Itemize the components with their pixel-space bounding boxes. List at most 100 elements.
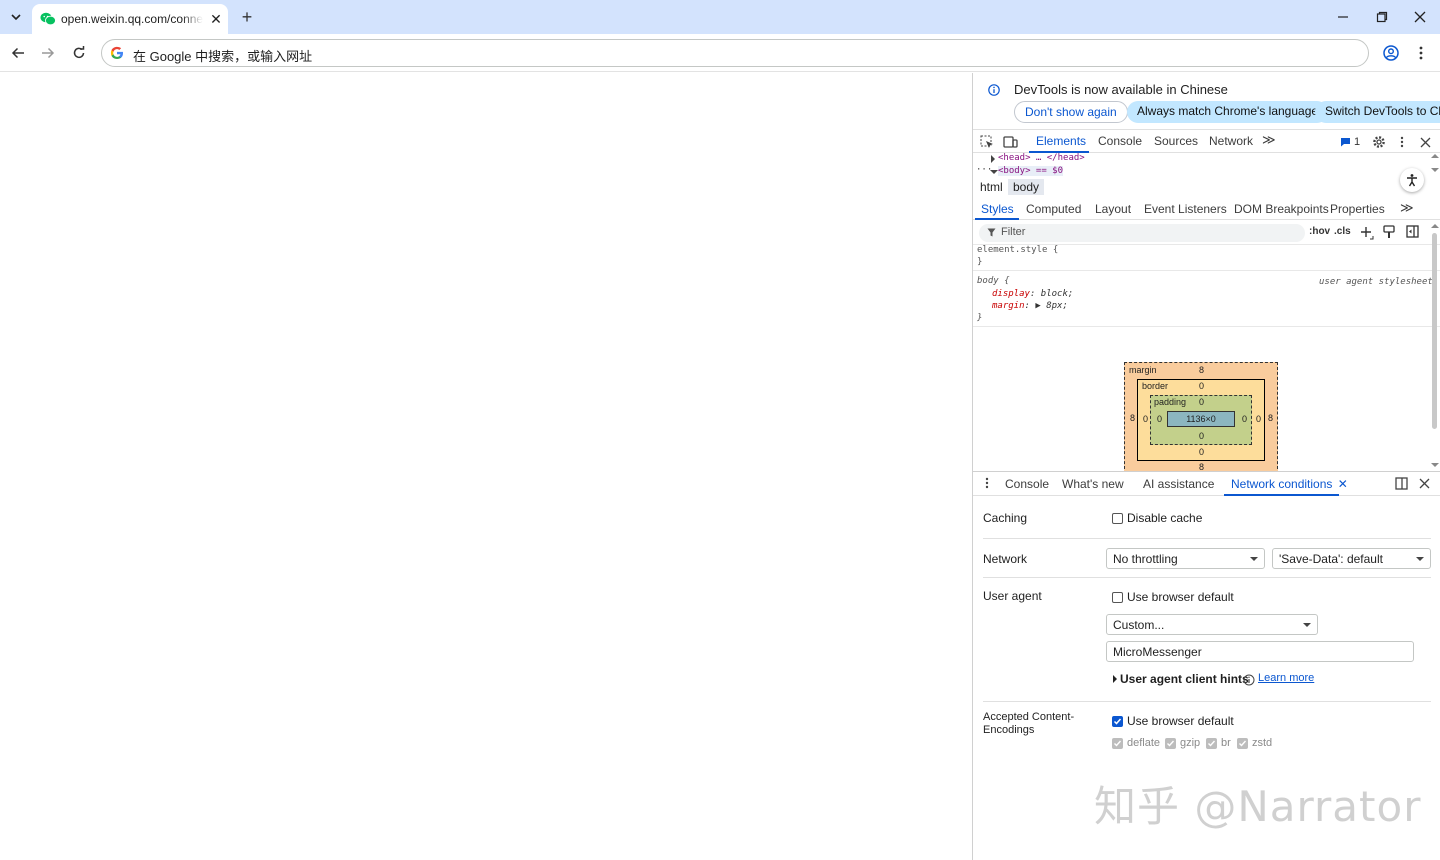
minimize-button[interactable] bbox=[1323, 0, 1363, 34]
styles-scroll-down-icon[interactable] bbox=[1431, 462, 1439, 470]
zstd-checkbox bbox=[1237, 738, 1248, 749]
border-label: border bbox=[1142, 381, 1169, 391]
tab-properties[interactable]: Properties bbox=[1330, 202, 1385, 216]
more-styles-tabs-icon[interactable]: ≫ bbox=[1400, 200, 1414, 216]
tab-event-listeners[interactable]: Event Listeners bbox=[1144, 202, 1227, 216]
new-style-rule-icon[interactable] bbox=[1360, 226, 1374, 240]
more-tabs-icon[interactable]: ≫ bbox=[1262, 132, 1276, 148]
body-rule-selector[interactable]: body { bbox=[977, 276, 1010, 286]
drawer-tab-network-conditions[interactable]: Network conditions ✕ bbox=[1231, 477, 1348, 491]
throttling-select[interactable]: No throttling bbox=[1106, 548, 1265, 569]
always-match-language-button[interactable]: Always match Chrome's language bbox=[1127, 101, 1329, 123]
border-top-value[interactable]: 0 bbox=[1199, 381, 1204, 391]
margin-top-value[interactable]: 8 bbox=[1199, 365, 1204, 375]
breadcrumb-body[interactable]: body bbox=[1008, 179, 1045, 195]
tab-console[interactable]: Console bbox=[1098, 134, 1142, 148]
switch-language-button[interactable]: Switch DevTools to Chin bbox=[1315, 101, 1440, 123]
styles-scroll-up-icon[interactable] bbox=[1431, 223, 1439, 231]
tab-computed[interactable]: Computed bbox=[1026, 202, 1081, 216]
reload-button[interactable] bbox=[67, 41, 91, 65]
devtools-menu-icon[interactable] bbox=[1393, 133, 1411, 151]
padding-bottom-value[interactable]: 0 bbox=[1199, 431, 1204, 441]
tab-sources[interactable]: Sources bbox=[1154, 134, 1198, 148]
drawer-tab-ai-assistance[interactable]: AI assistance bbox=[1143, 477, 1214, 491]
border-bottom-value[interactable]: 0 bbox=[1199, 447, 1204, 457]
collapse-body-icon[interactable] bbox=[990, 169, 998, 175]
padding-right-value[interactable]: 0 bbox=[1242, 414, 1247, 424]
issues-counter[interactable]: 1 bbox=[1336, 133, 1364, 151]
drawer-tab-whats-new[interactable]: What's new bbox=[1062, 477, 1124, 491]
border-right-value[interactable]: 0 bbox=[1256, 414, 1261, 424]
disable-cache-checkbox[interactable] bbox=[1112, 513, 1123, 524]
ua-browser-default-checkbox[interactable] bbox=[1112, 592, 1123, 603]
google-icon bbox=[110, 46, 124, 60]
caching-label: Caching bbox=[983, 511, 1028, 525]
disable-cache-label[interactable]: Disable cache bbox=[1127, 511, 1202, 525]
tab-close-icon[interactable]: ✕ bbox=[208, 11, 224, 27]
expand-client-hints-icon[interactable] bbox=[1112, 675, 1118, 683]
close-network-conditions-icon[interactable]: ✕ bbox=[1338, 477, 1348, 491]
tab-styles[interactable]: Styles bbox=[981, 202, 1014, 216]
omnibox-placeholder: 在 Google 中搜索，或输入网址 bbox=[133, 49, 313, 64]
box-model-content[interactable]: 1136×0 bbox=[1167, 411, 1235, 427]
drawer-tab-console[interactable]: Console bbox=[1005, 477, 1049, 491]
accessibility-icon[interactable] bbox=[1400, 168, 1424, 192]
new-tab-button[interactable]: + bbox=[236, 6, 258, 28]
close-drawer-icon[interactable] bbox=[1419, 478, 1430, 489]
display-declaration[interactable]: display: block; bbox=[992, 289, 1073, 299]
styles-scrollbar[interactable] bbox=[1432, 233, 1437, 429]
tab-dom-breakpoints[interactable]: DOM Breakpoints bbox=[1234, 202, 1329, 216]
dom-body-node[interactable]: <body> == $0 bbox=[998, 166, 1064, 176]
throttling-value: No throttling bbox=[1113, 552, 1178, 566]
scroll-up-icon[interactable] bbox=[1431, 153, 1439, 159]
tab-strip: open.weixin.qq.com/connect ✕ + bbox=[0, 0, 1440, 34]
device-toolbar-icon[interactable] bbox=[1001, 133, 1019, 151]
br-label: br bbox=[1221, 737, 1231, 749]
styles-filter-input[interactable]: Filter bbox=[979, 224, 1305, 242]
close-window-button[interactable] bbox=[1400, 0, 1440, 34]
dom-head-node[interactable]: <head> … </head> bbox=[998, 153, 1085, 163]
border-left-value[interactable]: 0 bbox=[1143, 414, 1148, 424]
paint-brush-icon[interactable] bbox=[1383, 225, 1395, 239]
settings-gear-icon[interactable] bbox=[1370, 133, 1388, 151]
browser-tab[interactable]: open.weixin.qq.com/connect ✕ bbox=[32, 4, 228, 34]
section-divider bbox=[983, 538, 1431, 539]
padding-top-value[interactable]: 0 bbox=[1199, 397, 1204, 407]
inspect-element-icon[interactable] bbox=[978, 133, 996, 151]
user-agent-input[interactable]: MicroMessenger bbox=[1106, 641, 1414, 662]
user-agent-select[interactable]: Custom... bbox=[1106, 614, 1318, 635]
close-devtools-icon[interactable] bbox=[1416, 133, 1434, 151]
tab-elements[interactable]: Elements bbox=[1036, 134, 1086, 148]
element-style-selector[interactable]: element.style { bbox=[977, 245, 1058, 255]
dock-drawer-icon[interactable] bbox=[1395, 477, 1408, 490]
drawer-menu-icon[interactable] bbox=[985, 477, 989, 489]
margin-declaration[interactable]: margin: ▶ 8px; bbox=[992, 301, 1068, 311]
learn-more-link[interactable]: Learn more bbox=[1258, 672, 1314, 684]
toggle-sidebar-icon[interactable] bbox=[1406, 225, 1419, 238]
breadcrumb-html[interactable]: html bbox=[975, 179, 1008, 195]
scroll-down-icon[interactable] bbox=[1431, 167, 1439, 173]
encodings-browser-default-checkbox[interactable] bbox=[1112, 716, 1123, 727]
page-viewport[interactable] bbox=[0, 73, 972, 860]
ua-browser-default-label[interactable]: Use browser default bbox=[1127, 590, 1234, 604]
back-button[interactable] bbox=[6, 41, 30, 65]
cls-toggle[interactable]: .cls bbox=[1334, 226, 1351, 237]
tab-search-chevron-icon[interactable] bbox=[4, 5, 28, 29]
client-hints-label[interactable]: User agent client hints bbox=[1120, 672, 1249, 686]
expand-head-icon[interactable] bbox=[990, 155, 996, 163]
browser-menu-icon[interactable] bbox=[1409, 41, 1433, 65]
margin-left-value[interactable]: 8 bbox=[1130, 413, 1135, 423]
profile-icon[interactable] bbox=[1379, 41, 1403, 65]
save-data-select[interactable]: 'Save-Data': default bbox=[1272, 548, 1431, 569]
dont-show-again-button[interactable]: Don't show again bbox=[1014, 101, 1128, 123]
padding-left-value[interactable]: 0 bbox=[1157, 414, 1162, 424]
address-bar[interactable]: 在 Google 中搜索，或输入网址 bbox=[101, 39, 1369, 67]
tab-layout[interactable]: Layout bbox=[1095, 202, 1131, 216]
gzip-checkbox bbox=[1165, 738, 1176, 749]
margin-right-value[interactable]: 8 bbox=[1268, 413, 1273, 423]
tab-network[interactable]: Network bbox=[1209, 134, 1253, 148]
forward-button[interactable] bbox=[36, 41, 60, 65]
hov-toggle[interactable]: :hov bbox=[1309, 226, 1330, 237]
encodings-browser-default-label[interactable]: Use browser default bbox=[1127, 714, 1234, 728]
restore-button[interactable] bbox=[1362, 0, 1402, 34]
